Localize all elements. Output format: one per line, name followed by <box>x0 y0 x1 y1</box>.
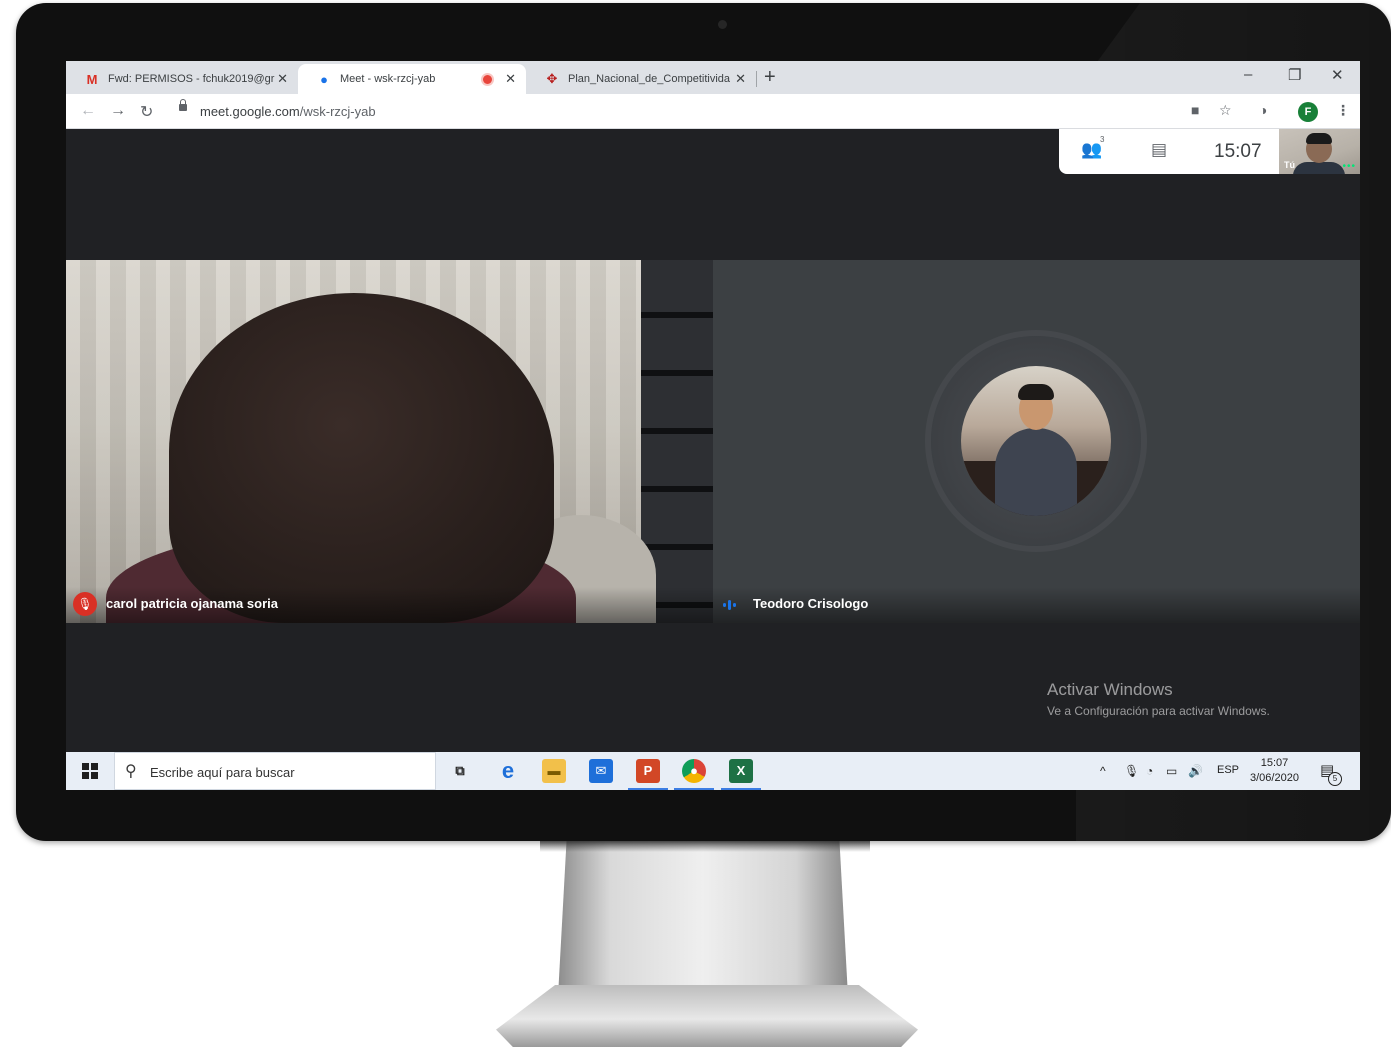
minimize-button[interactable]: – <box>1244 66 1252 83</box>
taskbar-search-box[interactable]: ⚲ Escribe aquí para buscar <box>114 752 436 790</box>
participant-tile-carol[interactable]: 🎙 carol patricia ojanama soria <box>66 260 713 623</box>
meet-icon: ● <box>320 71 328 87</box>
participant-name-bar: 🎙 carol patricia ojanama soria <box>66 587 713 623</box>
window-close-button[interactable]: ✕ <box>1331 66 1344 84</box>
more-options-icon[interactable]: ••• <box>1342 161 1356 172</box>
people-icon[interactable]: 👥 <box>1081 140 1102 160</box>
peru-shield-icon: ✥ <box>546 71 558 86</box>
tab-gmail[interactable]: M Fwd: PERMISOS - fchuk2019@gr ✕ <box>66 64 298 94</box>
camera-in-use-icon[interactable]: ■ <box>1191 102 1199 118</box>
excel-icon[interactable]: X <box>729 759 753 783</box>
bookmark-star-icon[interactable]: ☆ <box>1219 102 1232 119</box>
microphone-icon[interactable]: 🎙 <box>1124 764 1139 778</box>
running-app-indicator <box>674 788 714 790</box>
meeting-clock: 15:07 <box>1214 141 1262 162</box>
taskbar-date: 3/06/2020 <box>1250 772 1299 784</box>
self-view-label: Tú <box>1284 160 1295 170</box>
show-hidden-icons-chevron-icon[interactable]: ^ <box>1100 764 1106 778</box>
tab-close-icon[interactable]: ✕ <box>735 71 746 87</box>
mail-icon[interactable]: ✉ <box>589 759 613 783</box>
webcam-icon <box>718 20 727 29</box>
task-view-icon[interactable]: ⧉ <box>448 759 472 783</box>
tab-close-icon[interactable]: ✕ <box>505 71 516 87</box>
edge-browser-icon[interactable]: e <box>496 759 520 783</box>
watermark-title: Activar Windows <box>1047 680 1173 699</box>
kebab-menu-icon[interactable]: ⋮ <box>1336 102 1350 119</box>
powerpoint-icon[interactable]: P <box>636 759 660 783</box>
extension-icon[interactable]: ◑ <box>1259 102 1267 118</box>
chat-icon[interactable]: ▤ <box>1151 140 1167 160</box>
tab-title: Meet - wsk-rzcj-yab <box>340 73 436 85</box>
url-host: meet.google.com <box>200 104 300 119</box>
url-path: /wsk-rzcj-yab <box>299 104 376 119</box>
participant-name-bar: Teodoro Crisologo <box>713 587 1360 623</box>
running-app-indicator <box>721 788 761 790</box>
participants-count: 3 <box>1100 135 1105 144</box>
tab-meet[interactable]: ● Meet - wsk-rzcj-yab ✕ <box>298 64 526 94</box>
browser-toolbar: ← → ↻ meet.google.com/wsk-rzcj-yab ■ ☆ ◑… <box>66 94 1360 129</box>
profile-avatar[interactable]: F <box>1298 102 1318 122</box>
restore-button[interactable]: ❐ <box>1288 66 1301 84</box>
search-placeholder: Escribe aquí para buscar <box>150 765 295 780</box>
tab-close-icon[interactable]: ✕ <box>277 71 288 87</box>
tab-title: Fwd: PERMISOS - fchuk2019@gr <box>108 73 275 85</box>
windows-taskbar: ⚲ Escribe aquí para buscar ⧉ e ▬ ✉ P ● X… <box>66 752 1360 790</box>
recording-indicator-icon <box>483 74 492 84</box>
lock-icon <box>179 99 187 111</box>
speaking-indicator-icon <box>723 600 739 610</box>
language-indicator[interactable]: ESP <box>1217 764 1239 776</box>
back-arrow-icon[interactable]: ← <box>80 102 96 120</box>
forward-arrow-icon[interactable]: → <box>110 102 126 120</box>
participant-name: carol patricia ojanama soria <box>106 596 278 611</box>
taskbar-clock[interactable]: 15:07 3/06/2020 <box>1250 756 1299 786</box>
monitor-stand-base <box>496 985 918 1047</box>
windows-activation-watermark: Activar Windows Ve a Configuración para … <box>1047 680 1270 718</box>
file-explorer-icon[interactable]: ▬ <box>542 759 566 783</box>
browser-tab-strip: M Fwd: PERMISOS - fchuk2019@gr ✕ ● Meet … <box>66 61 1360 94</box>
meet-top-bar: 👥 3 ▤ 15:07 <box>1059 129 1279 174</box>
chrome-icon[interactable]: ● <box>682 759 706 783</box>
new-tab-button[interactable]: + <box>764 66 776 89</box>
tab-separator <box>756 71 757 87</box>
mic-off-icon: 🎙 <box>73 592 97 616</box>
taskbar-time: 15:07 <box>1260 757 1289 769</box>
wifi-icon[interactable]: ◔ <box>1146 764 1153 778</box>
participant-tile-teodoro[interactable]: Teodoro Crisologo <box>713 260 1360 623</box>
watermark-subtitle: Ve a Configuración para activar Windows. <box>1047 704 1270 718</box>
battery-icon[interactable]: ▭ <box>1166 764 1177 778</box>
avatar-suit <box>995 428 1077 516</box>
monitor-screen: M Fwd: PERMISOS - fchuk2019@gr ✕ ● Meet … <box>66 61 1360 790</box>
windows-start-icon[interactable] <box>82 763 98 779</box>
notification-count-badge: 5 <box>1328 772 1342 786</box>
address-bar[interactable]: meet.google.com/wsk-rzcj-yab <box>200 104 376 119</box>
self-view-thumbnail[interactable]: Tú ••• <box>1279 129 1360 174</box>
volume-icon[interactable]: 🔊 <box>1188 764 1203 778</box>
participant-avatar <box>961 366 1111 516</box>
self-view-body <box>1293 162 1345 174</box>
self-view-hair <box>1306 133 1332 144</box>
reload-icon[interactable]: ↻ <box>140 102 153 122</box>
speaking-ring <box>931 336 1141 546</box>
avatar-hair <box>1018 384 1054 400</box>
running-app-indicator <box>628 788 668 790</box>
search-icon: ⚲ <box>125 763 137 780</box>
gmail-icon: M <box>86 71 98 87</box>
meet-stage: 👥 3 ▤ 15:07 Tú ••• 🎙 carol patricia ojan… <box>66 129 1360 752</box>
tab-plan-nacional[interactable]: ✥ Plan_Nacional_de_Competitivida ✕ <box>526 64 756 94</box>
tab-title: Plan_Nacional_de_Competitivida <box>568 73 731 85</box>
participant-name: Teodoro Crisologo <box>753 596 869 611</box>
